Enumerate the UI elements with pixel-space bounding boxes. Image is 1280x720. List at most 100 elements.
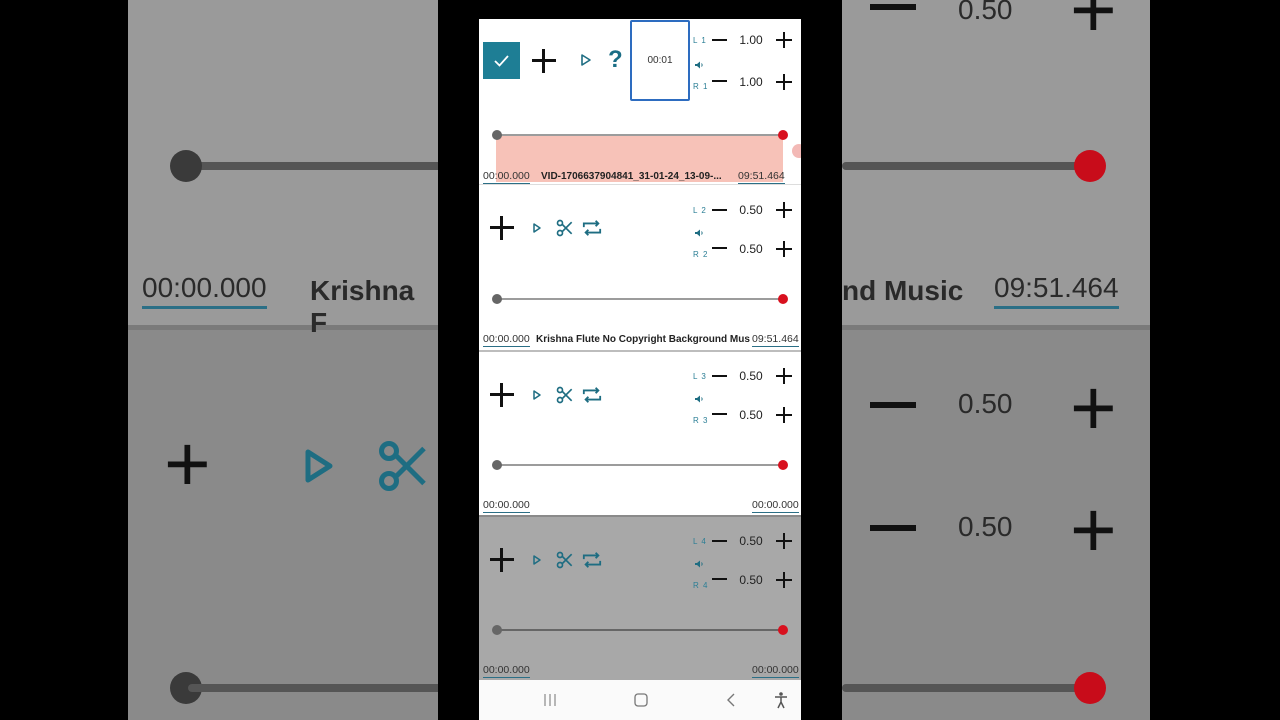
- back-icon[interactable]: [724, 692, 738, 708]
- recents-icon[interactable]: [542, 693, 558, 707]
- left-channel-label: L 4: [693, 537, 707, 546]
- bg-minus-icon-2: [870, 402, 916, 408]
- bg-plus-icon-top: +: [1070, 0, 1117, 54]
- play-button[interactable]: [532, 222, 542, 234]
- track-2: L 2 0.50 R 2 0.50 00:00.000 Krishna Flut…: [479, 184, 801, 349]
- repeat-icon[interactable]: [581, 218, 603, 238]
- end-time[interactable]: 00:00.000: [752, 499, 799, 513]
- left-volume-increase[interactable]: [776, 368, 792, 384]
- speaker-icon: [695, 395, 703, 403]
- bg-plus-icon-3: +: [1070, 485, 1117, 574]
- bg-slider-end-knob-bottom: [1074, 672, 1106, 704]
- left-channel-label: L 2: [693, 206, 707, 215]
- left-volume-decrease[interactable]: [712, 375, 727, 377]
- trim-slider[interactable]: [492, 625, 788, 635]
- right-volume-value: 0.50: [739, 242, 763, 256]
- trim-slider[interactable]: [492, 294, 788, 304]
- bg-slider-line-right-bottom: [842, 684, 1082, 692]
- trim-end-handle[interactable]: [778, 625, 788, 635]
- right-volume-value: 0.50: [739, 408, 763, 422]
- start-time[interactable]: 00:00.000: [483, 664, 530, 678]
- background-right: 0.50 + nd Music 09:51.464 0.50 + 0.50 +: [842, 0, 1150, 720]
- left-volume-decrease[interactable]: [712, 39, 727, 41]
- trim-slider[interactable]: [492, 130, 788, 140]
- left-volume-increase[interactable]: [776, 533, 792, 549]
- bg-volume-b: 0.50: [958, 511, 1013, 542]
- speaker-icon: [695, 560, 703, 568]
- home-icon[interactable]: [633, 692, 649, 708]
- left-volume-value: 1.00: [739, 33, 763, 47]
- bg-minus-icon: [870, 4, 916, 10]
- bg-end-time: 09:51.464: [994, 272, 1119, 309]
- file-name: VID-1706637904841_31-01-24_13-09-...: [541, 171, 722, 182]
- right-volume-increase[interactable]: [776, 74, 792, 90]
- left-volume-decrease[interactable]: [712, 540, 727, 542]
- add-audio-button[interactable]: [489, 382, 515, 408]
- trim-end-handle[interactable]: [778, 460, 788, 470]
- right-volume-increase[interactable]: [776, 407, 792, 423]
- track-4: L 4 0.50 R 4 0.50 00:00.000 00:00.000: [479, 515, 801, 680]
- scroll-indicator: [792, 144, 801, 158]
- start-time[interactable]: 00:00.000: [483, 170, 530, 184]
- left-volume-increase[interactable]: [776, 32, 792, 48]
- right-volume-increase[interactable]: [776, 572, 792, 588]
- trim-start-handle[interactable]: [492, 130, 502, 140]
- start-time[interactable]: 00:00.000: [483, 333, 530, 347]
- add-track-button[interactable]: [531, 48, 557, 74]
- accessibility-icon[interactable]: [773, 691, 789, 709]
- end-time[interactable]: 00:00.000: [752, 664, 799, 678]
- bg-play-icon: [305, 449, 333, 483]
- play-button[interactable]: [580, 53, 592, 67]
- right-volume-decrease[interactable]: [712, 578, 727, 580]
- bg-volume-a: 0.50: [958, 388, 1013, 419]
- file-name: Krishna Flute No Copyright Background Mu…: [536, 334, 750, 345]
- add-audio-button[interactable]: [489, 215, 515, 241]
- check-icon: [494, 55, 509, 67]
- bg-plus-icon: +: [164, 419, 211, 508]
- play-button[interactable]: [532, 554, 542, 566]
- trim-end-handle[interactable]: [778, 130, 788, 140]
- end-time[interactable]: 09:51.464: [738, 170, 785, 184]
- confirm-button[interactable]: [483, 42, 520, 79]
- repeat-icon[interactable]: [581, 550, 603, 570]
- add-audio-button[interactable]: [489, 547, 515, 573]
- right-channel-label: R 4: [693, 581, 709, 590]
- bg-title-right: nd Music: [842, 275, 964, 306]
- trim-slider[interactable]: [492, 460, 788, 470]
- repeat-icon[interactable]: [581, 385, 603, 405]
- end-time[interactable]: 09:51.464: [752, 333, 799, 347]
- scissors-icon[interactable]: [555, 385, 575, 405]
- trim-end-handle[interactable]: [778, 294, 788, 304]
- track-3: L 3 0.50 R 3 0.50 00:00.000 00:00.000: [479, 350, 801, 515]
- background-left: 00:00.000 Krishna F +: [128, 0, 438, 720]
- left-volume-value: 0.50: [739, 534, 763, 548]
- left-volume-decrease[interactable]: [712, 209, 727, 211]
- speaker-icon: [695, 61, 703, 69]
- right-volume-decrease[interactable]: [712, 247, 727, 249]
- left-volume-value: 0.50: [739, 203, 763, 217]
- play-button[interactable]: [532, 389, 542, 401]
- trim-start-handle[interactable]: [492, 294, 502, 304]
- right-volume-decrease[interactable]: [712, 80, 727, 82]
- scissors-icon[interactable]: [555, 218, 575, 238]
- bg-slider-end-knob: [1074, 150, 1106, 182]
- bg-plus-icon-2: +: [1070, 363, 1117, 452]
- help-button[interactable]: ?: [608, 46, 623, 74]
- bg-top-volume: 0.50: [958, 0, 1013, 25]
- timestamp-box[interactable]: 00:01: [630, 20, 690, 101]
- right-volume-value: 0.50: [739, 573, 763, 587]
- timestamp-label: 00:01: [647, 55, 673, 66]
- right-volume-increase[interactable]: [776, 241, 792, 257]
- left-channel-label: L 3: [693, 372, 707, 381]
- bg-slider-knob: [170, 150, 202, 182]
- bg-slider-line: [188, 162, 438, 170]
- navigation-bar: [479, 680, 801, 720]
- trim-start-handle[interactable]: [492, 460, 502, 470]
- bg-scissors-icon: [379, 441, 426, 491]
- left-volume-increase[interactable]: [776, 202, 792, 218]
- bg-minus-icon-3: [870, 525, 916, 531]
- right-volume-decrease[interactable]: [712, 413, 727, 415]
- start-time[interactable]: 00:00.000: [483, 499, 530, 513]
- scissors-icon[interactable]: [555, 550, 575, 570]
- trim-start-handle[interactable]: [492, 625, 502, 635]
